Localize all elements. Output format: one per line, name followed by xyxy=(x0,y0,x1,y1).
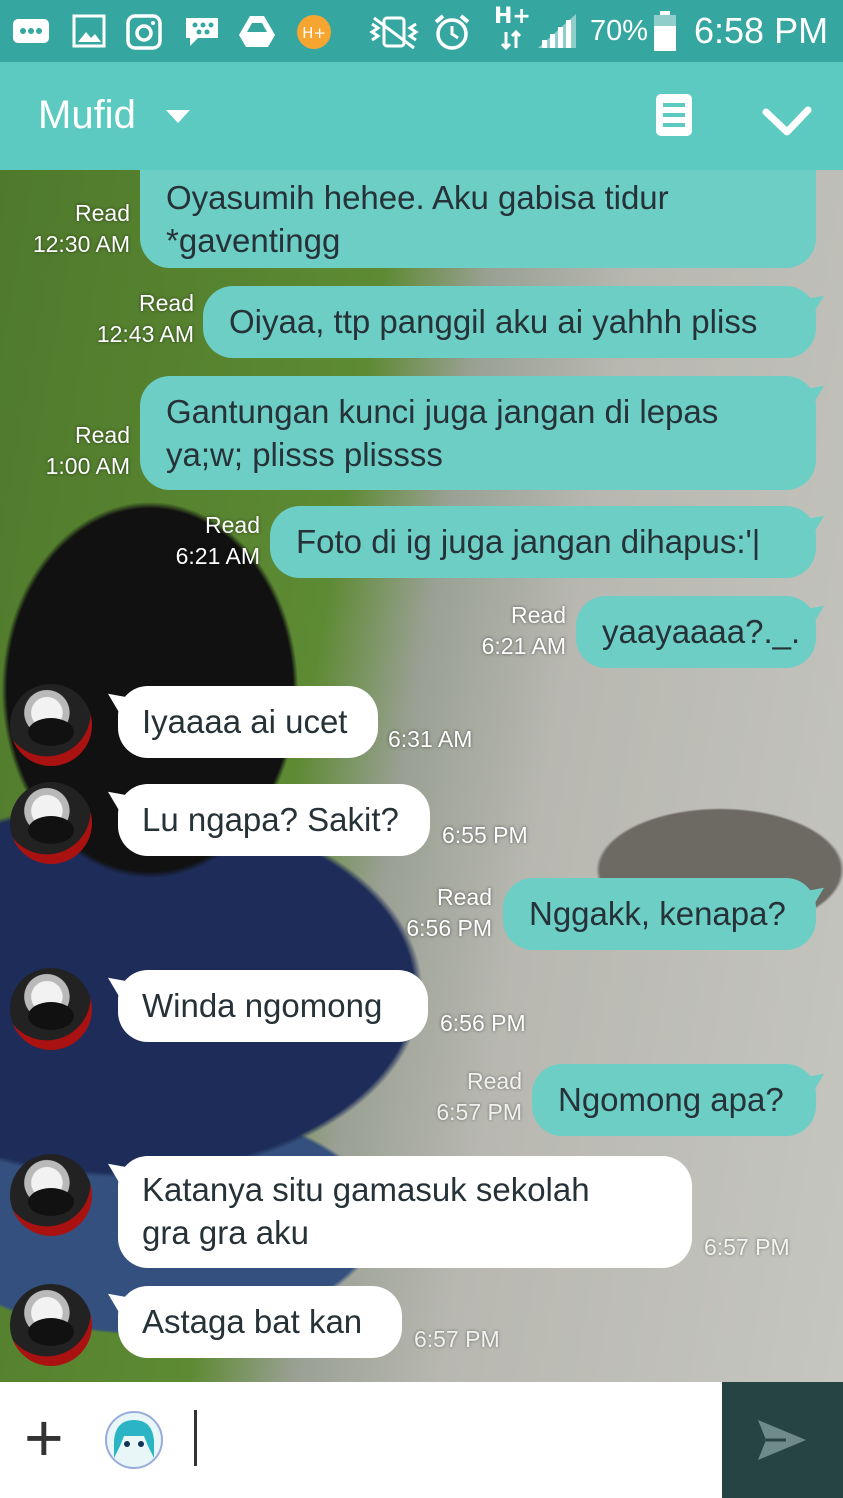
message-meta: Read 1:00 AM xyxy=(20,420,130,482)
message-text: Gantungan kunci juga jangan di lepas ya;… xyxy=(166,393,719,473)
vibrate-mute-icon xyxy=(368,14,422,50)
message-text: Oiyaa, ttp panggil aku ai yahhh pliss xyxy=(229,303,758,340)
chat-header: Mufid xyxy=(0,62,843,170)
message-text: Katanya situ gamasuk sekolah gra gra aku xyxy=(142,1171,590,1251)
text-cursor xyxy=(194,1410,197,1466)
chevron-down-icon[interactable] xyxy=(166,110,190,124)
clock: 6:58 PM xyxy=(694,10,829,51)
message-text: Iyaaaa ai ucet xyxy=(142,703,348,740)
avatar[interactable] xyxy=(10,968,92,1050)
message-input[interactable] xyxy=(200,1406,704,1472)
message-meta: Read 6:56 PM xyxy=(380,882,492,944)
network-type-label: H+ xyxy=(494,4,531,29)
message-bubble-sent[interactable]: Oiyaa, ttp panggil aku ai yahhh pliss xyxy=(203,286,830,358)
gallery-icon xyxy=(72,14,106,48)
message-time: 6:56 PM xyxy=(406,915,492,941)
message-bubble-sent[interactable]: Foto di ig juga jangan dihapus:'| xyxy=(270,506,830,578)
send-button[interactable] xyxy=(722,1382,843,1498)
message-text: Astaga bat kan xyxy=(142,1303,363,1340)
message-time: 1:00 AM xyxy=(45,453,130,479)
message-text: Winda ngomong xyxy=(142,987,383,1024)
message-bubble-received[interactable]: Winda ngomong xyxy=(102,969,428,1042)
instagram-icon xyxy=(126,14,162,50)
message-time: 6:21 AM xyxy=(175,543,260,569)
more-notifications-icon xyxy=(12,16,50,46)
message-time: 6:55 PM xyxy=(442,822,528,848)
read-receipt: Read xyxy=(511,602,566,628)
message-bubble-sent[interactable]: Nggakk, kenapa? xyxy=(503,878,830,950)
avatar[interactable] xyxy=(10,684,92,766)
message-time: 6:57 PM xyxy=(704,1234,790,1260)
add-button[interactable]: + xyxy=(24,1398,64,1478)
bbm-icon xyxy=(184,16,220,48)
battery-percent: 70% xyxy=(590,15,649,47)
chat-area[interactable]: Read 12:30 AM Oyasumih hehee. Aku gabisa … xyxy=(0,170,843,1382)
message-bubble-sent[interactable]: Gantungan kunci juga jangan di lepas ya;… xyxy=(140,376,830,490)
message-text: Foto di ig juga jangan dihapus:'| xyxy=(296,523,761,560)
message-text: Oyasumih hehee. Aku gabisa tidur *gavent… xyxy=(166,179,669,259)
data-arrows-icon xyxy=(500,30,522,50)
message-time: 12:43 AM xyxy=(96,321,194,347)
message-time: 6:21 AM xyxy=(481,633,566,659)
read-receipt: Read xyxy=(205,512,260,538)
message-bubble-sent[interactable]: Ngomong apa? xyxy=(532,1064,830,1136)
read-receipt: Read xyxy=(75,422,130,448)
contact-name[interactable]: Mufid xyxy=(38,92,136,138)
avatar[interactable] xyxy=(10,782,92,864)
message-time: 12:30 AM xyxy=(32,231,130,257)
message-text: yaayaaaa?._. xyxy=(602,613,801,650)
input-bar: + xyxy=(0,1382,843,1498)
message-text: Lu ngapa? Sakit? xyxy=(142,801,399,838)
message-text: Nggakk, kenapa? xyxy=(529,895,786,932)
message-meta: Read 6:57 PM xyxy=(410,1066,522,1128)
status-bar: H+ H+ 70% 6:58 PM xyxy=(0,0,843,62)
read-receipt: Read xyxy=(75,200,130,226)
message-bubble-received[interactable]: Iyaaaa ai ucet xyxy=(102,685,378,758)
message-bubble-received[interactable]: Astaga bat kan xyxy=(102,1285,402,1358)
read-receipt: Read xyxy=(139,290,194,316)
battery-icon xyxy=(652,10,678,52)
alarm-icon xyxy=(432,12,472,52)
message-time: 6:57 PM xyxy=(436,1099,522,1125)
drive-icon xyxy=(238,14,276,48)
message-time: 6:56 PM xyxy=(440,1010,526,1036)
signal-strength-icon xyxy=(536,12,578,50)
read-receipt: Read xyxy=(437,884,492,910)
avatar[interactable] xyxy=(10,1154,92,1236)
message-bubble-sent[interactable]: yaayaaaa?._. xyxy=(576,596,830,668)
avatar[interactable] xyxy=(10,1284,92,1366)
message-time: 6:31 AM xyxy=(388,726,473,752)
message-meta: Read 6:21 AM xyxy=(456,600,566,662)
sticker-icon[interactable] xyxy=(104,1410,164,1470)
message-time: 6:57 PM xyxy=(414,1326,500,1352)
read-receipt: Read xyxy=(467,1068,522,1094)
message-meta: Read 6:21 AM xyxy=(150,510,260,572)
send-icon xyxy=(756,1418,808,1462)
message-meta: Read 12:43 AM xyxy=(84,288,194,350)
svg-text:H+: H+ xyxy=(302,24,326,42)
message-bubble-received[interactable]: Lu ngapa? Sakit? xyxy=(102,783,430,856)
message-text: Ngomong apa? xyxy=(558,1081,784,1118)
check-icon[interactable] xyxy=(762,102,812,136)
notes-icon[interactable] xyxy=(654,92,694,138)
message-bubble-received[interactable]: Katanya situ gamasuk sekolah gra gra aku xyxy=(102,1155,692,1268)
message-meta: Read 12:30 AM xyxy=(20,198,130,260)
hplus-app-icon: H+ xyxy=(296,14,332,50)
message-bubble-sent[interactable]: Oyasumih hehee. Aku gabisa tidur *gavent… xyxy=(140,170,816,268)
